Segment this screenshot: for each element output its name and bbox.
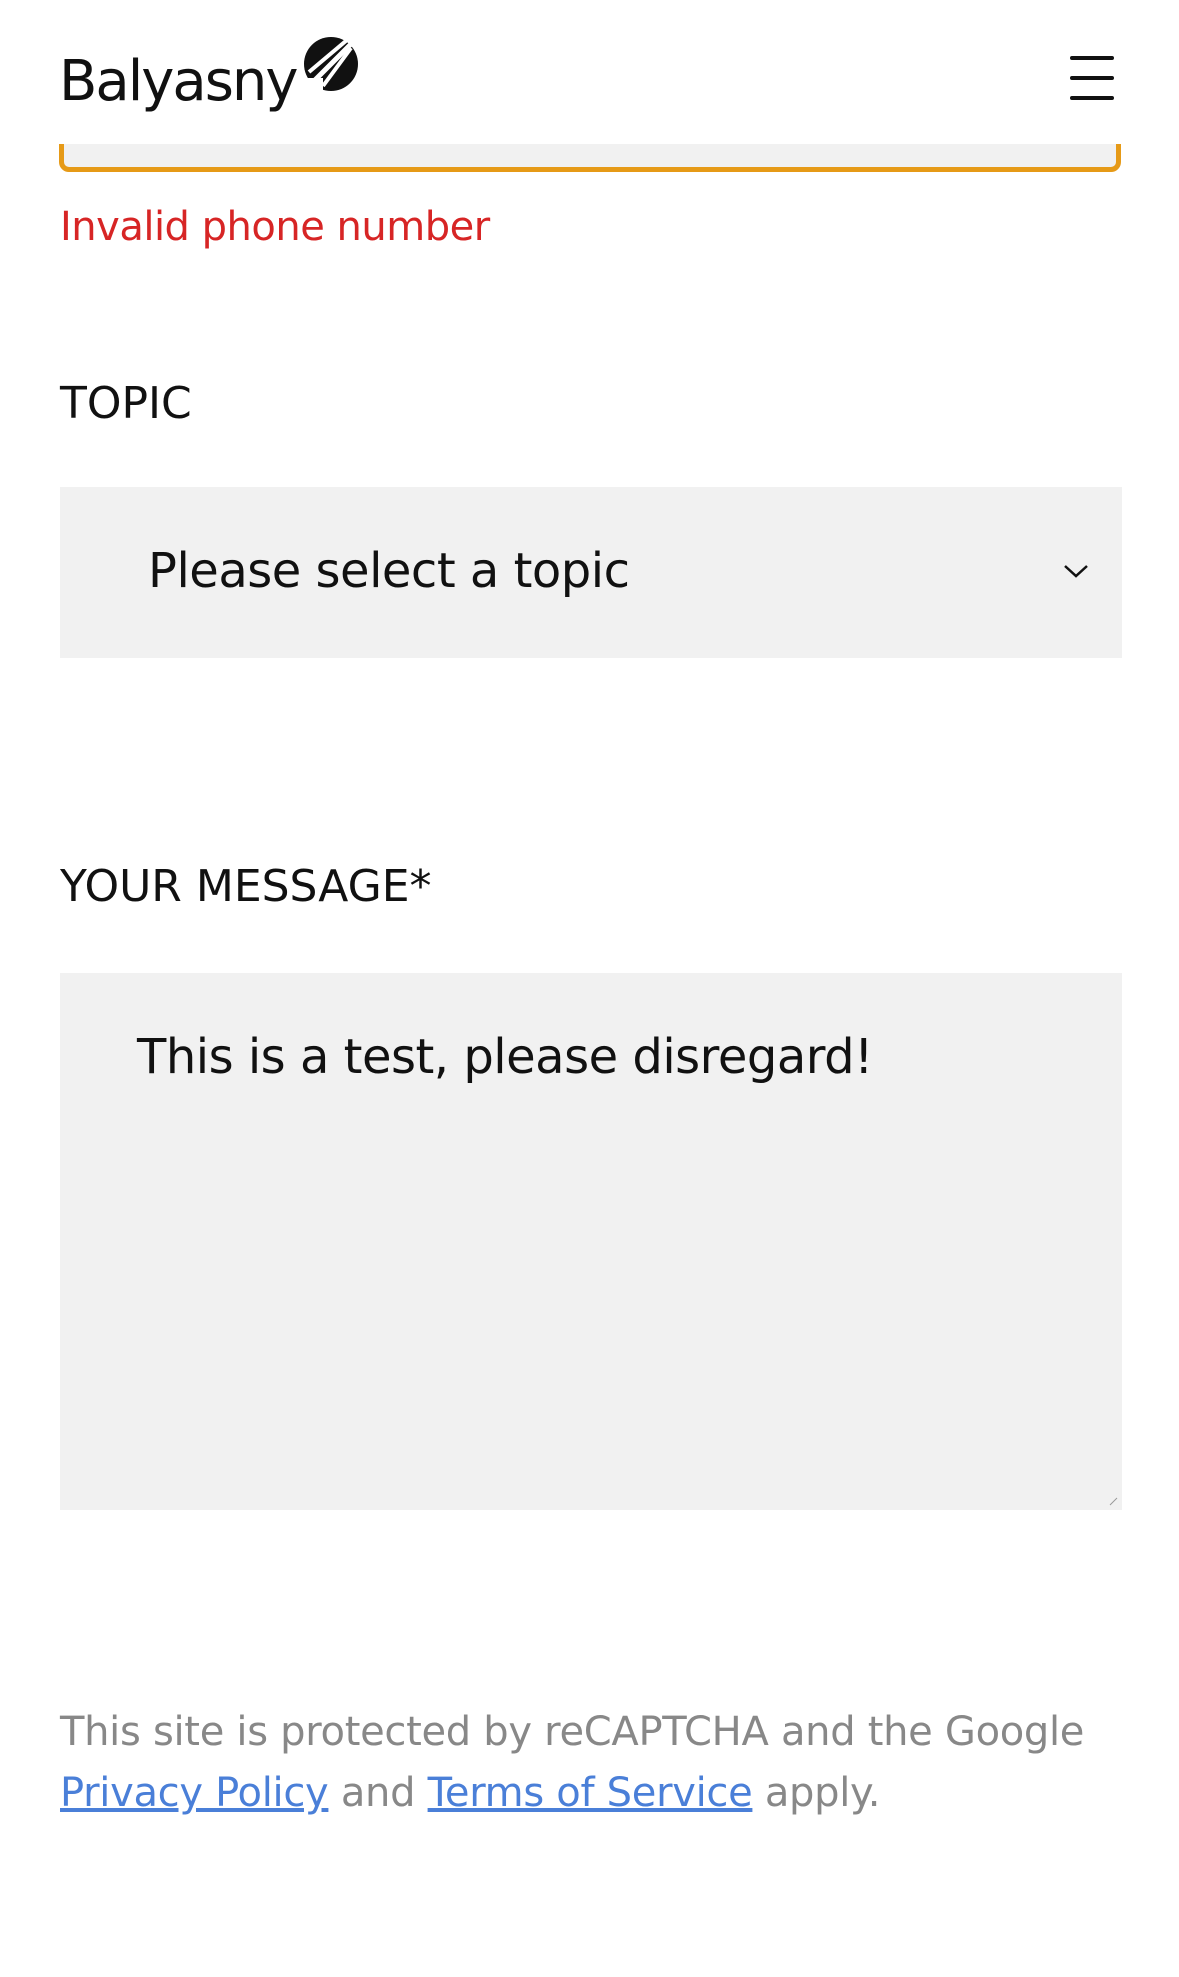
privacy-policy-link[interactable]: Privacy Policy (60, 1770, 329, 1816)
hamburger-menu-icon[interactable] (1063, 56, 1121, 100)
message-label: YOUR MESSAGE* (60, 861, 432, 912)
recaptcha-and: and (328, 1770, 428, 1816)
resize-handle-icon[interactable] (1108, 1496, 1118, 1506)
recaptcha-notice: This site is protected by reCAPTCHA and … (60, 1702, 1130, 1824)
phone-error-message: Invalid phone number (60, 204, 490, 250)
site-header: Balyasny (0, 0, 1179, 144)
message-value: This is a test, please disregard! (137, 1029, 873, 1085)
topic-select[interactable]: Please select a topic (60, 487, 1122, 658)
recaptcha-apply: apply. (752, 1770, 881, 1816)
brand-logo[interactable]: Balyasny (59, 34, 361, 114)
balyasny-mark-icon (300, 37, 358, 94)
menu-bar (1070, 76, 1114, 80)
message-textarea[interactable]: This is a test, please disregard! (60, 973, 1122, 1510)
brand-name: Balyasny (59, 49, 299, 114)
terms-of-service-link[interactable]: Terms of Service (428, 1770, 753, 1816)
menu-bar (1070, 56, 1114, 60)
topic-selected-value: Please select a topic (148, 543, 630, 599)
topic-label: TOPIC (60, 378, 192, 429)
recaptcha-text: This site is protected by reCAPTCHA and … (60, 1709, 1085, 1755)
chevron-down-icon (1064, 565, 1088, 578)
menu-bar (1070, 96, 1114, 100)
